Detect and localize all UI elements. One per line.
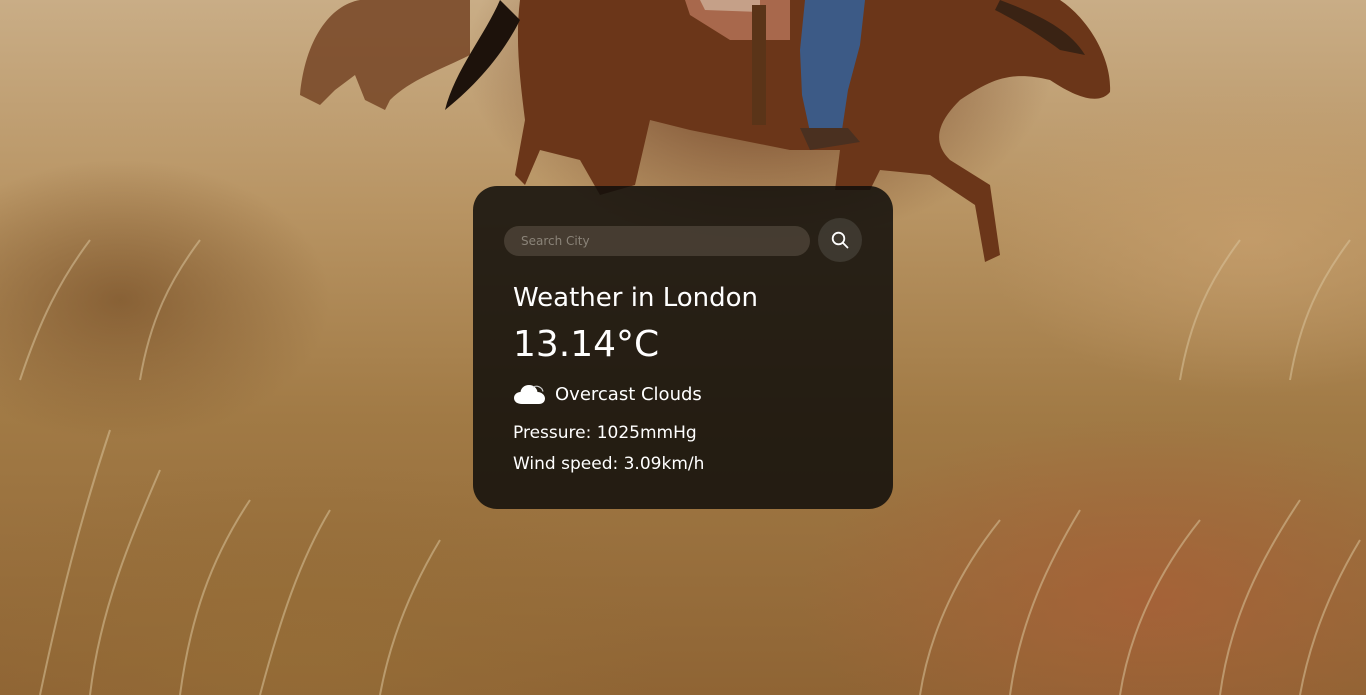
weather-card: Weather in London 13.14°C Overcast Cloud… — [473, 186, 893, 509]
temperature-value: 13.14°C — [513, 324, 660, 365]
city-title: Weather in London — [513, 283, 759, 313]
condition-label: Overcast Clouds — [555, 384, 702, 405]
search-bar — [504, 218, 862, 262]
wind-speed-label: Wind speed: 3.09km/h — [513, 454, 705, 474]
search-input[interactable] — [504, 226, 810, 256]
cloud-icon — [514, 385, 545, 404]
search-button[interactable] — [818, 218, 862, 262]
pressure-label: Pressure: 1025mmHg — [513, 423, 697, 443]
search-icon — [831, 231, 849, 249]
